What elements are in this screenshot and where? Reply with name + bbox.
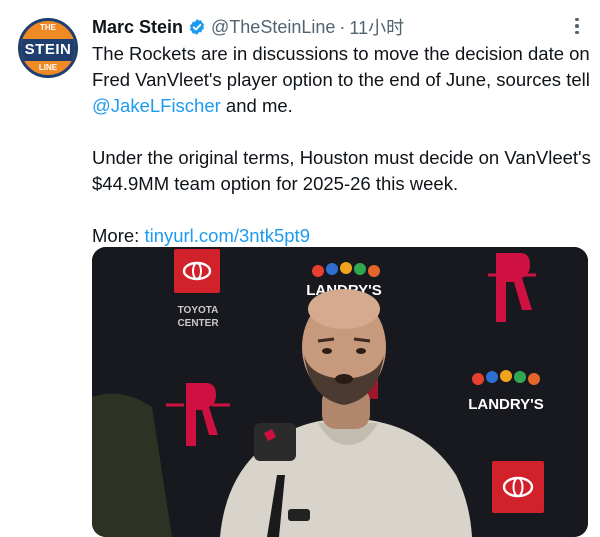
author-handle[interactable]: @TheSteinLine [211,17,335,38]
avatar-logo-text-middle: STEIN [21,39,75,61]
tweet-media-photo[interactable]: TOYOTA CENTER LANDRY'S LANDRY'S [92,247,588,537]
toyota-logo-left [174,249,220,293]
tweet-header: Marc Stein @TheSteinLine · 11小时 [92,14,404,40]
paragraph-1-end: and me. [220,95,293,116]
avatar-logo-text-top: THE [40,23,56,32]
verified-badge-icon [188,18,206,36]
sponsor-logo-text-right: LANDRY'S [468,396,544,413]
timestamp[interactable]: 11小时 [349,14,404,40]
mention-link[interactable]: @JakeLFischer [92,95,221,116]
tweet-paragraph-2: Under the original terms, Houston must d… [92,147,591,194]
avatar[interactable]: THE STEIN LINE [18,18,78,78]
arena-logo-line2: CENTER [177,318,219,329]
press-conference-photo: TOYOTA CENTER LANDRY'S LANDRY'S [92,247,588,537]
tweet-text: The Rockets are in discussions to move t… [92,41,592,249]
arena-logo-line1: TOYOTA [178,305,219,316]
more-label: More: [92,225,145,246]
avatar-logo-text-bottom: LINE [38,63,58,72]
author-name[interactable]: Marc Stein [92,17,183,38]
tweet-card[interactable]: THE STEIN LINE Marc Stein @TheSteinLine … [0,0,600,537]
separator-dot: · [339,16,346,37]
toyota-logo-right [492,461,544,513]
watch [288,509,310,521]
article-link[interactable]: tinyurl.com/3ntk5pt9 [144,225,310,246]
tweet-paragraph-3: More: tinyurl.com/3ntk5pt9 [92,223,592,249]
tweet-paragraph-1: The Rockets are in discussions to move t… [92,41,592,119]
more-options-icon[interactable] [566,14,588,38]
paragraph-1-text: The Rockets are in discussions to move t… [92,43,590,90]
